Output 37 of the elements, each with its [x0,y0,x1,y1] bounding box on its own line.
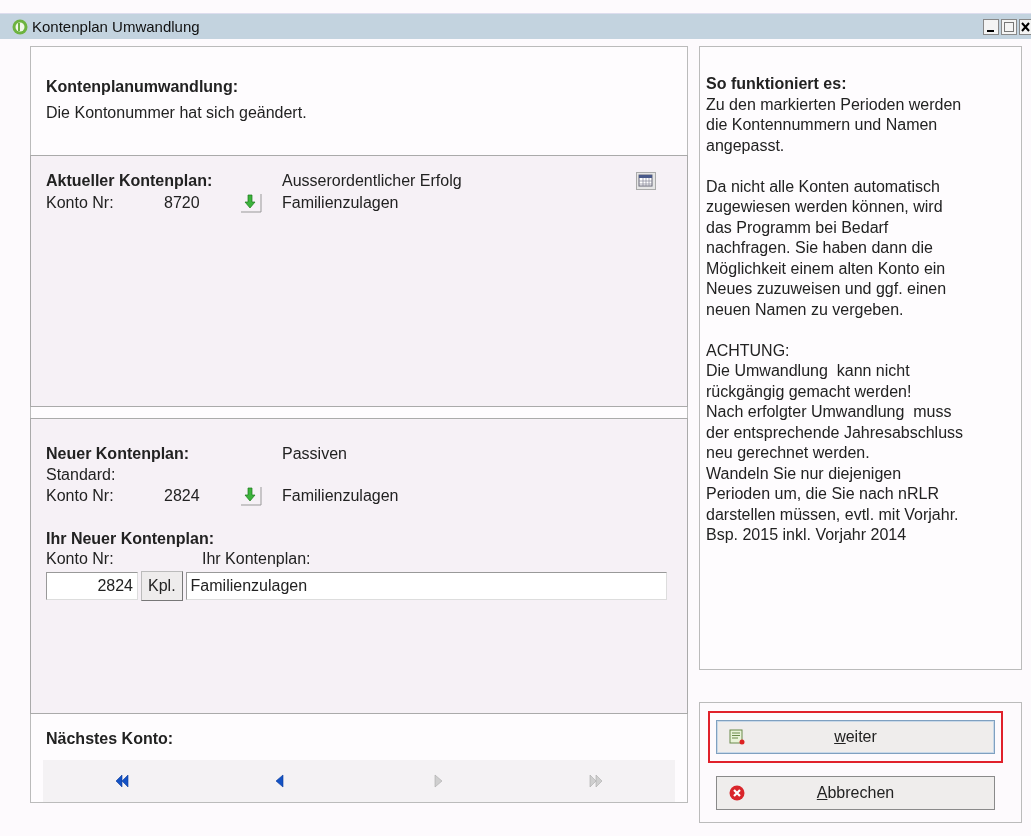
description-text: Die Kontonummer hat sich geändert. [46,103,308,123]
field-label: Ihr Kontenplan: [202,549,311,568]
help-text: ACHTUNG: Die Umwandlung kann nicht rückgängig gemacht werden! Nach erfolgter Umwandlung muss der entsprechende Jahresabschluss neu gerechnet werden. Wandeln Sie nur diejenigen Perioden um, die Sie nach nRLR darstellen müssen, evtl. mit Vorjahr. Bsp. 2015 inkl. Vorjahr 2014 [706,340,965,545]
field-label: Standard: [46,465,116,484]
section-heading: Kontenplanumwandlung: [46,77,239,97]
account-name-field[interactable]: Familienzulagen [185,572,667,601]
app-logo-icon [12,18,28,35]
section-heading: Nächstes Konto: [46,730,175,748]
chart-of-accounts-button[interactable]: Kpl. [141,571,183,602]
account-group: Ausserordentlicher Erfolg [282,171,462,190]
window-title: Kontenplan Umwandlung [32,18,200,35]
minimize-icon[interactable] [983,18,999,35]
help-heading: So funktioniert es: [706,74,848,94]
section-heading: Aktueller Kontenplan: [46,171,214,190]
section-heading: Neuer Kontenplan: [46,444,191,463]
next-button[interactable]: weiter [716,720,995,754]
double-arrow-icon[interactable] [114,773,130,789]
down-arrow-icon[interactable] [240,192,262,213]
help-text: Zu den markierten Perioden werden die Kontennummern und Namen angepasst. [706,94,963,156]
account-name: Familienzulagen [282,193,399,212]
account-number: 8720 [164,193,201,212]
field-label: Konto Nr: [46,486,115,505]
document-icon [729,729,745,745]
down-arrow-icon[interactable] [240,485,262,506]
field-label: Konto Nr: [46,549,115,568]
account-group: Passiven [282,444,347,463]
section-heading: Ihr Neuer Kontenplan: [46,530,215,549]
calendar-icon[interactable] [636,171,656,190]
field-label: Konto Nr: [46,193,115,212]
help-text: Da nicht alle Konten automatisch zugewiesen werden können, wird das Programm bei Bedarf nachfragen. Sie haben dann die Möglichkeit einem alten Konto ein Neues zuzuweisen und ggf. einen neuen Namen zu vergeben. [706,176,948,320]
cancel-icon [729,785,745,801]
account-number: 2824 [164,486,201,505]
account-number-field[interactable]: 2824 [46,572,138,601]
close-icon[interactable] [1019,18,1031,35]
account-name: Familienzulagen [282,486,399,505]
maximize-icon[interactable] [1001,18,1017,35]
cancel-button[interactable]: Abbrechen [716,776,995,810]
